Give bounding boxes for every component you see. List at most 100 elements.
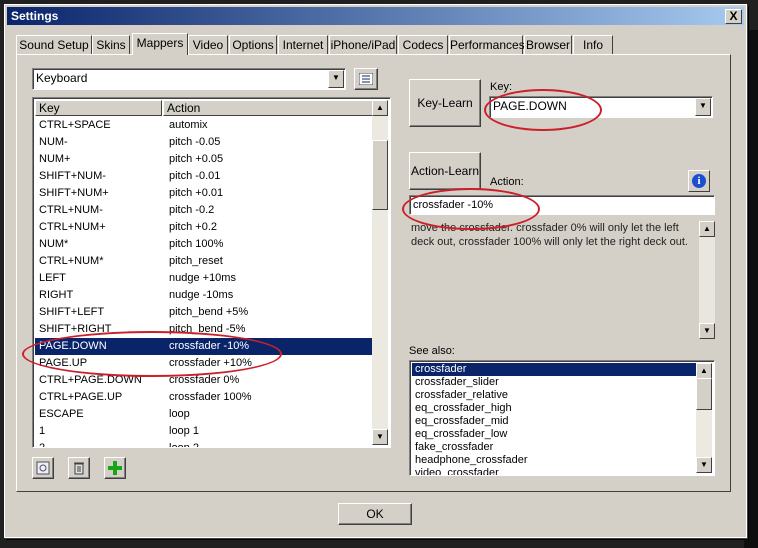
- see-also-item[interactable]: headphone_crossfader: [412, 454, 696, 467]
- row-key: SHIFT+RIGHT: [39, 323, 112, 335]
- table-row[interactable]: RIGHT nudge -10ms: [35, 287, 372, 304]
- action-description: move the crossfader. crossfader 0% will …: [409, 221, 715, 339]
- row-key: ESCAPE: [39, 408, 84, 420]
- row-action: nudge +10ms: [169, 272, 236, 284]
- chevron-down-icon[interactable]: ▼: [328, 70, 344, 88]
- description-scrollbar[interactable]: ▲ ▼: [699, 221, 715, 339]
- table-row[interactable]: CTRL+PAGE.UP crossfader 100%: [35, 389, 372, 406]
- action-learn-button[interactable]: Action-Learn: [409, 152, 481, 190]
- row-action: automix: [169, 119, 208, 131]
- table-row[interactable]: 1 loop 1: [35, 423, 372, 440]
- table-row[interactable]: CTRL+SPACE automix: [35, 117, 372, 134]
- scroll-up-icon[interactable]: ▲: [372, 100, 388, 116]
- info-icon: i: [692, 174, 706, 188]
- list-view-icon: [358, 72, 374, 86]
- delete-button[interactable]: [68, 457, 90, 479]
- tab-options[interactable]: Options: [229, 35, 277, 54]
- table-row[interactable]: LEFT nudge +10ms: [35, 270, 372, 287]
- mapper-device-select[interactable]: Keyboard ▼: [32, 68, 346, 90]
- tab-iphone-ipad[interactable]: iPhone/iPad: [329, 35, 397, 54]
- row-action: pitch +0.01: [169, 187, 224, 199]
- see-also-scrollbar[interactable]: ▲ ▼: [696, 363, 712, 473]
- row-key: SHIFT+LEFT: [39, 306, 105, 318]
- see-also-list[interactable]: crossfader crossfader_slider crossfader_re…: [409, 360, 715, 476]
- tab-video[interactable]: Video: [188, 35, 228, 54]
- row-action: loop 1: [169, 425, 199, 437]
- tab-browser[interactable]: Browser: [524, 35, 572, 54]
- column-header-action[interactable]: Action: [163, 100, 373, 116]
- tab-internet[interactable]: Internet: [278, 35, 328, 54]
- see-also-item[interactable]: fake_crossfader: [412, 441, 696, 454]
- table-row[interactable]: SHIFT+NUM-pitch -0.01: [35, 168, 372, 185]
- scroll-down-icon[interactable]: ▼: [699, 323, 715, 339]
- title-bar: Settings X: [7, 7, 744, 25]
- scroll-up-icon[interactable]: ▲: [699, 221, 715, 237]
- table-row[interactable]: SHIFT+NUM+ pitch +0.01: [35, 185, 372, 202]
- tab-info[interactable]: Info: [573, 35, 613, 54]
- key-value: PAGE.DOWN: [493, 99, 567, 113]
- table-row[interactable]: SHIFT+RIGHT pitch_bend -5%: [35, 321, 372, 338]
- see-also-item[interactable]: video_crossfader: [412, 467, 696, 475]
- row-action: pitch -0.05: [169, 136, 221, 148]
- see-also-item[interactable]: crossfader_slider: [412, 376, 696, 389]
- ok-button[interactable]: OK: [338, 503, 412, 525]
- info-button[interactable]: i: [688, 170, 710, 192]
- row-key: NUM+: [39, 153, 71, 165]
- table-row[interactable]: NUM+ pitch +0.05: [35, 151, 372, 168]
- table-header: Key Action: [35, 100, 373, 116]
- row-action: pitch -0.2: [169, 204, 215, 216]
- see-also-item[interactable]: eq_crossfader_low: [412, 428, 696, 441]
- scroll-down-icon[interactable]: ▼: [372, 429, 388, 445]
- row-action: nudge -10ms: [169, 289, 234, 301]
- row-key: RIGHT: [39, 289, 74, 301]
- chevron-down-icon[interactable]: ▼: [695, 98, 711, 116]
- key-select[interactable]: PAGE.DOWN ▼: [489, 96, 713, 118]
- table-row[interactable]: ESCAPE loop: [35, 406, 372, 423]
- row-key: 2: [39, 442, 46, 448]
- load-button[interactable]: [32, 457, 54, 479]
- table-row[interactable]: SHIFT+LEFT pitch_bend +5%: [35, 304, 372, 321]
- table-row[interactable]: CTRL+NUM+ pitch +0.2: [35, 219, 372, 236]
- tab-mappers[interactable]: Mappers: [132, 33, 188, 55]
- table-row[interactable]: CTRL+NUM-pitch -0.2: [35, 202, 372, 219]
- tab-performances[interactable]: Performances: [449, 35, 525, 54]
- action-field-label: Action:: [490, 176, 524, 188]
- tab-codecs[interactable]: Codecs: [398, 35, 448, 54]
- add-button[interactable]: [104, 457, 126, 479]
- table-row[interactable]: NUM-pitch -0.05: [35, 134, 372, 151]
- window-title: Settings: [11, 9, 59, 23]
- scroll-thumb[interactable]: [696, 378, 712, 410]
- table-row[interactable]: CTRL+NUM* pitch_reset: [35, 253, 372, 270]
- row-key: CTRL+NUM-: [39, 204, 103, 216]
- action-input[interactable]: crossfader -10%: [409, 195, 715, 215]
- row-action: crossfader 100%: [169, 391, 252, 403]
- see-also-item[interactable]: eq_crossfader_mid: [412, 415, 696, 428]
- add-icon: [108, 461, 122, 475]
- scroll-up-icon[interactable]: ▲: [696, 363, 712, 379]
- scroll-thumb[interactable]: [372, 140, 388, 210]
- row-key: NUM*: [39, 238, 69, 250]
- table-row[interactable]: 2 loop 2: [35, 440, 372, 448]
- row-action: pitch_reset: [169, 255, 223, 267]
- table-row[interactable]: PAGE.DOWN crossfader -10%: [35, 338, 372, 355]
- list-view-button[interactable]: [354, 68, 378, 90]
- table-scrollbar[interactable]: ▲ ▼: [372, 100, 388, 445]
- row-key: NUM-: [39, 136, 68, 148]
- key-action-table[interactable]: Key Action CTRL+SPACE automix NUM-pitch -0…: [32, 97, 391, 448]
- key-learn-button[interactable]: Key-Learn: [409, 79, 481, 127]
- tab-sound-setup[interactable]: Sound Setup: [16, 35, 92, 54]
- table-row[interactable]: PAGE.UP crossfader +10%: [35, 355, 372, 372]
- close-button[interactable]: X: [725, 9, 742, 24]
- table-row[interactable]: CTRL+PAGE.DOWN crossfader 0%: [35, 372, 372, 389]
- see-also-items: crossfader crossfader_slider crossfader_re…: [412, 363, 696, 475]
- table-row[interactable]: NUM* pitch 100%: [35, 236, 372, 253]
- column-header-key[interactable]: Key: [35, 100, 162, 116]
- see-also-item[interactable]: crossfader_relative: [412, 389, 696, 402]
- action-value: crossfader -10%: [413, 199, 494, 211]
- see-also-item[interactable]: crossfader: [412, 363, 696, 376]
- see-also-item[interactable]: eq_crossfader_high: [412, 402, 696, 415]
- table-body: CTRL+SPACE automix NUM-pitch -0.05 NUM+ pitc…: [35, 117, 372, 448]
- tab-skins[interactable]: Skins: [92, 35, 130, 54]
- scroll-down-icon[interactable]: ▼: [696, 457, 712, 473]
- description-text: move the crossfader. crossfader 0% will …: [411, 222, 688, 248]
